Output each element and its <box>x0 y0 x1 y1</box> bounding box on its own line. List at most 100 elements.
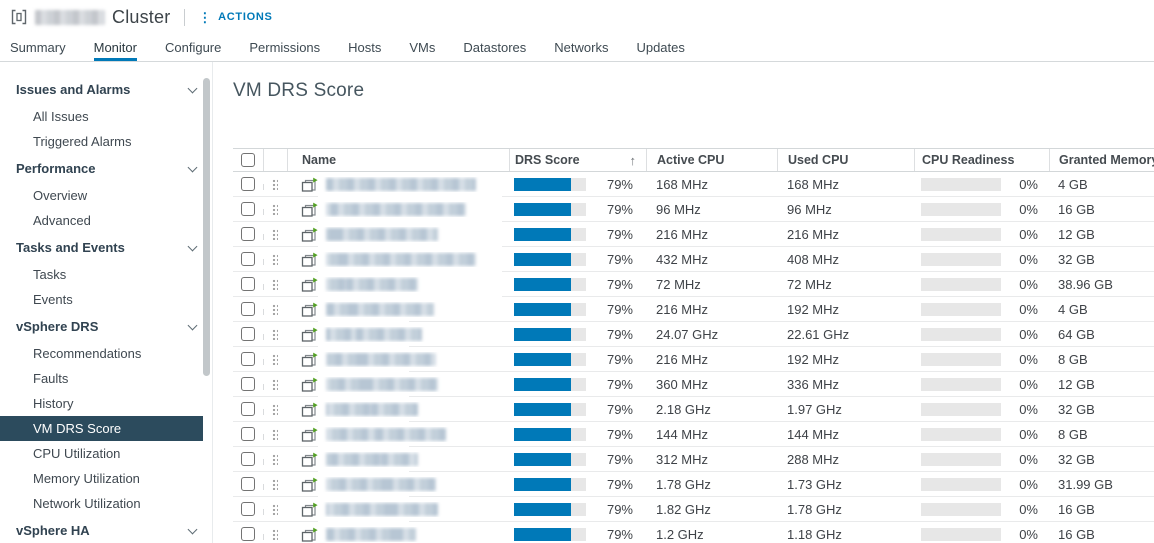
drag-handle-icon[interactable] <box>272 378 278 390</box>
sidebar-item-triggered-alarms[interactable]: Triggered Alarms <box>0 129 203 154</box>
header-drag-column <box>263 149 287 171</box>
drag-handle-icon[interactable] <box>272 203 278 215</box>
drag-handle-icon[interactable] <box>272 303 278 315</box>
drag-handle-icon[interactable] <box>272 353 278 365</box>
cpu-readiness-bar <box>921 227 1001 241</box>
drs-score-bar-fill <box>514 277 571 291</box>
column-header-granted-memory[interactable]: Granted Memory <box>1049 149 1154 171</box>
drag-handle-icon[interactable] <box>272 253 278 265</box>
actions-button[interactable]: ⋮ ACTIONS <box>198 11 272 24</box>
column-header-name[interactable]: Name <box>287 149 509 171</box>
vm-name-redacted <box>326 427 446 441</box>
tab-permissions[interactable]: Permissions <box>249 34 320 61</box>
sort-ascending-icon[interactable]: ↑ <box>630 153 647 168</box>
sidebar-item-faults[interactable]: Faults <box>0 366 203 391</box>
row-checkbox[interactable] <box>241 452 255 466</box>
row-checkbox[interactable] <box>241 477 255 491</box>
row-select-cell <box>233 427 263 441</box>
sidebar-section-tasks-and-events[interactable]: Tasks and Events <box>0 233 212 262</box>
tab-networks[interactable]: Networks <box>554 34 608 61</box>
sidebar-item-memory-utilization[interactable]: Memory Utilization <box>0 466 203 491</box>
column-header-used-cpu[interactable]: Used CPU <box>777 149 914 171</box>
granted-memory-cell: 38.96 GB <box>1049 277 1154 292</box>
drag-handle-icon[interactable] <box>272 528 278 540</box>
sidebar-section-vsphere-drs[interactable]: vSphere DRS <box>0 312 212 341</box>
cpu-readiness-cell: 0% <box>914 527 1049 542</box>
sidebar-item-network-utilization[interactable]: Network Utilization <box>0 491 203 516</box>
row-checkbox[interactable] <box>241 277 255 291</box>
row-checkbox[interactable] <box>241 327 255 341</box>
drag-handle-icon[interactable] <box>272 428 278 440</box>
column-header-active-cpu[interactable]: Active CPU <box>646 149 777 171</box>
row-checkbox[interactable] <box>241 377 255 391</box>
tab-configure[interactable]: Configure <box>165 34 221 61</box>
tab-datastores[interactable]: Datastores <box>463 34 526 61</box>
vm-icon <box>301 402 319 417</box>
sidebar-item-vm-drs-score[interactable]: VM DRS Score <box>0 416 203 441</box>
sidebar-scrollbar-thumb[interactable] <box>203 78 210 376</box>
select-all-checkbox[interactable] <box>241 153 255 167</box>
drag-handle-icon[interactable] <box>272 453 278 465</box>
header-divider <box>184 8 186 26</box>
sidebar-section-vsphere-ha[interactable]: vSphere HA <box>0 516 212 543</box>
drag-handle-icon[interactable] <box>272 403 278 415</box>
row-select-cell <box>233 302 263 316</box>
tab-monitor[interactable]: Monitor <box>93 34 137 61</box>
row-checkbox[interactable] <box>241 227 255 241</box>
sidebar-item-recommendations[interactable]: Recommendations <box>0 341 203 366</box>
drs-score-cell: 79% <box>509 302 646 317</box>
column-header-granted-memory-label: Granted Memory <box>1059 153 1154 167</box>
used-cpu-value: 1.78 GHz <box>787 501 842 517</box>
column-header-cpu-readiness[interactable]: CPU Readiness <box>914 149 1049 171</box>
row-checkbox[interactable] <box>241 352 255 366</box>
drag-handle-icon[interactable] <box>272 328 278 340</box>
granted-memory-cell: 31.99 GB <box>1049 477 1154 492</box>
active-cpu-cell: 1.82 GHz <box>646 502 777 517</box>
sidebar-item-all-issues[interactable]: All Issues <box>0 104 203 129</box>
sidebar-section-performance[interactable]: Performance <box>0 154 212 183</box>
sidebar-item-advanced[interactable]: Advanced <box>0 208 203 233</box>
used-cpu-value: 1.18 GHz <box>787 526 842 542</box>
row-checkbox[interactable] <box>241 427 255 441</box>
row-drag-cell <box>263 303 287 315</box>
drs-score-bar <box>514 527 586 541</box>
row-checkbox[interactable] <box>241 527 255 541</box>
column-header-name-label: Name <box>302 153 337 167</box>
granted-memory-value: 38.96 GB <box>1058 276 1113 292</box>
drag-handle-icon[interactable] <box>272 178 278 190</box>
drag-handle-icon[interactable] <box>272 228 278 240</box>
vm-name-redacted <box>326 477 436 491</box>
sidebar-item-events[interactable]: Events <box>0 287 203 312</box>
sidebar-item-cpu-utilization[interactable]: CPU Utilization <box>0 441 203 466</box>
drag-handle-icon[interactable] <box>272 503 278 515</box>
row-checkbox[interactable] <box>241 252 255 266</box>
row-checkbox[interactable] <box>241 302 255 316</box>
tab-summary[interactable]: Summary <box>10 34 66 61</box>
tab-vms[interactable]: VMs <box>409 34 435 61</box>
tab-hosts[interactable]: Hosts <box>348 34 381 61</box>
active-cpu-value: 72 MHz <box>656 276 701 292</box>
used-cpu-value: 288 MHz <box>787 451 840 467</box>
used-cpu-cell: 22.61 GHz <box>777 327 914 342</box>
sidebar-item-overview[interactable]: Overview <box>0 183 203 208</box>
used-cpu-cell: 192 MHz <box>777 302 914 317</box>
cpu-readiness-cell: 0% <box>914 277 1049 292</box>
row-checkbox[interactable] <box>241 502 255 516</box>
row-select-cell <box>233 227 263 241</box>
used-cpu-value: 22.61 GHz <box>787 326 850 342</box>
column-header-drs-score[interactable]: DRS Score ↑ <box>509 149 646 171</box>
sidebar-section-issues-and-alarms[interactable]: Issues and Alarms <box>0 75 212 104</box>
table-header-row: Name DRS Score ↑ Active CPU Used CPU CPU Read… <box>233 148 1154 172</box>
drs-score-cell: 79% <box>509 202 646 217</box>
sidebar-item-history[interactable]: History <box>0 391 203 416</box>
drs-score-bar <box>514 477 586 491</box>
sidebar-item-tasks[interactable]: Tasks <box>0 262 203 287</box>
row-checkbox[interactable] <box>241 402 255 416</box>
row-checkbox[interactable] <box>241 177 255 191</box>
row-checkbox[interactable] <box>241 202 255 216</box>
drag-handle-icon[interactable] <box>272 478 278 490</box>
drs-score-bar <box>514 202 586 216</box>
cpu-readiness-value: 0% <box>1019 176 1038 192</box>
drag-handle-icon[interactable] <box>272 278 278 290</box>
tab-updates[interactable]: Updates <box>636 34 684 61</box>
